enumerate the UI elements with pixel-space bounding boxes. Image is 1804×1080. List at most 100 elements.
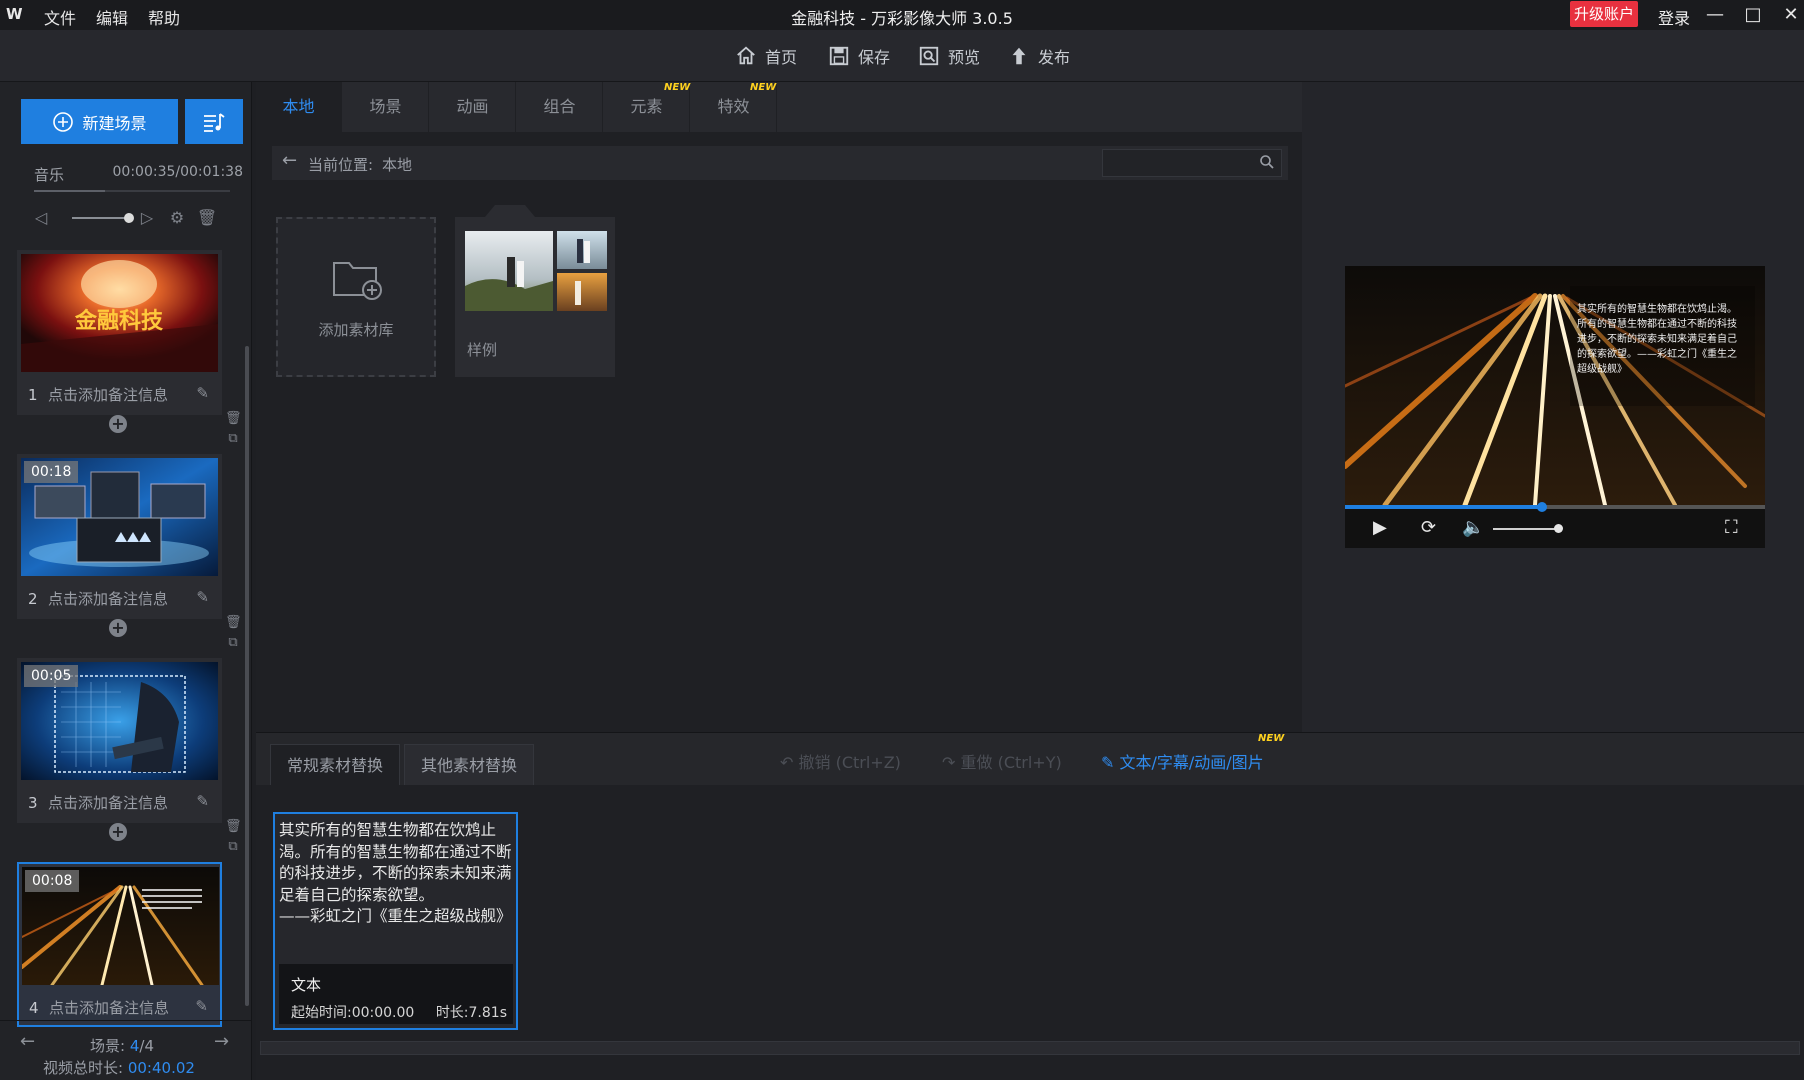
video-progress-bar[interactable] — [1345, 502, 1765, 512]
resource-search — [1102, 149, 1282, 177]
play-icon[interactable]: ▶ — [1373, 517, 1387, 538]
video-volume-knob[interactable] — [1554, 524, 1563, 533]
title-bar: W 文件 编辑 帮助 金融科技 - 万彩影像大师 3.0.5 升级账户 登录 —… — [0, 0, 1804, 30]
search-input[interactable] — [1103, 150, 1253, 176]
material-replace-panel: 常规素材替换 其他素材替换 ↶ 撤销 (Ctrl+Z) ↷ 重做 (Ctrl+Y… — [256, 732, 1804, 1080]
volume-icon[interactable]: 🔈 — [1462, 517, 1484, 538]
scene-card-active[interactable]: 00:08 4 点击添加备注信息 ✎ — [17, 862, 222, 1027]
video-volume-slider[interactable] — [1493, 524, 1563, 533]
copy-scene-icon[interactable]: ⧉ — [225, 839, 241, 855]
music-volume-slider[interactable] — [72, 213, 134, 223]
scene-card[interactable]: 00:05 3 点击添加备注信息 ✎ — [17, 658, 222, 823]
edit-note-icon[interactable]: ✎ — [196, 588, 209, 606]
music-volume-knob[interactable] — [124, 213, 134, 223]
scene-note[interactable]: 点击添加备注信息 — [48, 792, 168, 813]
login-button[interactable]: 登录 — [1658, 5, 1690, 29]
plus-circle-icon — [53, 111, 74, 132]
music-progress-fill — [34, 190, 105, 192]
add-scene-icon[interactable]: + — [109, 823, 127, 841]
scene-card[interactable]: 00:18 2 点击添加备注信息 ✎ — [17, 454, 222, 619]
scene-note[interactable]: 点击添加备注信息 — [49, 997, 169, 1018]
preview-icon — [919, 46, 939, 66]
preview-button[interactable]: 预览 — [918, 43, 980, 69]
save-button[interactable]: 保存 — [828, 43, 890, 69]
add-scene-icon[interactable]: + — [109, 619, 127, 637]
redo-button[interactable]: ↷ 重做 (Ctrl+Y) — [942, 749, 1062, 773]
home-button[interactable]: 首页 — [735, 43, 797, 69]
menu-file[interactable]: 文件 — [44, 5, 76, 29]
text-subtitle-edit-button[interactable]: ✎ 文本/字幕/动画/图片 — [1101, 749, 1264, 773]
tab-other-replace[interactable]: 其他素材替换 — [404, 744, 535, 785]
location-label: 当前位置: — [308, 156, 374, 174]
tab-local[interactable]: 本地 — [256, 82, 342, 132]
add-library-button[interactable]: 添加素材库 — [276, 217, 436, 377]
resource-tabs: 本地 场景 动画 组合 元素 特效 NEW NEW — [256, 82, 1302, 132]
home-icon — [737, 46, 755, 65]
save-icon — [829, 46, 849, 66]
scene-note[interactable]: 点击添加备注信息 — [48, 588, 168, 609]
tab-animation[interactable]: 动画 — [430, 82, 516, 132]
scene-card[interactable]: 金融科技 1 点击添加备注信息 ✎ — [17, 250, 222, 415]
main-toolbar: 首页 保存 预览 发布 — [0, 30, 1804, 82]
tab-regular-replace[interactable]: 常规素材替换 — [270, 744, 401, 785]
prev-scene-icon[interactable]: ← — [20, 1031, 35, 1052]
volume-up-icon[interactable]: ▷ — [135, 206, 159, 230]
next-scene-icon[interactable]: → — [214, 1031, 229, 1052]
publish-icon — [1012, 47, 1026, 65]
scene-counter-label: 场景: — [90, 1037, 126, 1055]
music-list-icon — [204, 112, 225, 132]
resource-panel: 本地 场景 动画 组合 元素 特效 NEW NEW ← 当前位置: 本地 添加素… — [256, 82, 1302, 732]
total-duration: 视频总时长: 00:40.02 — [43, 1057, 195, 1078]
tab-combination[interactable]: 组合 — [517, 82, 603, 132]
text-line: 足着自己的探索欲望。 — [279, 885, 435, 904]
undo-button[interactable]: ↶ 撤销 (Ctrl+Z) — [780, 749, 901, 773]
delete-scene-icon[interactable]: 🗑 — [225, 411, 242, 427]
search-icon[interactable] — [1259, 154, 1275, 170]
volume-down-icon[interactable]: ◁ — [29, 206, 53, 230]
window-title: 金融科技 - 万彩影像大师 3.0.5 — [791, 9, 1013, 28]
replay-icon[interactable]: ⟳ — [1421, 517, 1436, 538]
sample-folder-thumbnails — [465, 231, 607, 311]
copy-scene-icon[interactable]: ⧉ — [225, 635, 241, 651]
menu-edit[interactable]: 编辑 — [96, 5, 128, 29]
back-arrow-icon[interactable]: ← — [282, 150, 297, 171]
edit-note-icon[interactable]: ✎ — [196, 792, 209, 810]
gear-icon[interactable]: ⚙ — [165, 206, 189, 230]
delete-scene-icon[interactable]: 🗑 — [225, 819, 242, 835]
maximize-icon[interactable]: □ — [1740, 2, 1766, 28]
copy-scene-icon[interactable]: ⧉ — [225, 431, 241, 447]
delete-scene-icon[interactable]: 🗑 — [225, 615, 242, 631]
add-scene-icon[interactable]: + — [109, 415, 127, 433]
edit-note-icon[interactable]: ✎ — [196, 384, 209, 402]
minimize-icon[interactable]: — — [1702, 2, 1728, 28]
text-card-start-time: 起始时间:00:00.00 — [291, 1005, 415, 1021]
tab-scene[interactable]: 场景 — [343, 82, 429, 132]
sample-folder[interactable]: 样例 — [455, 205, 615, 377]
location-bar: ← 当前位置: 本地 — [272, 146, 1288, 180]
video-frame[interactable]: 其实所有的智慧生物都在饮鸩止渴。所有的智慧生物都在通过不断的科技进步，不断的探索… — [1345, 266, 1765, 505]
scene-counter-total: /4 — [139, 1037, 154, 1055]
music-time: 00:00:35/00:01:38 — [112, 164, 243, 180]
text-material-card[interactable]: 其实所有的智慧生物都在饮鸩止 渴。所有的智慧生物都在通过不断 的科技进步，不断的… — [273, 812, 518, 1030]
horizontal-scrollbar[interactable] — [260, 1041, 1800, 1055]
music-progress-bar[interactable] — [34, 190, 230, 192]
total-duration-label: 视频总时长: — [43, 1059, 124, 1077]
scene-list-button[interactable] — [185, 99, 243, 144]
text-edit-label: 文本/字幕/动画/图片 — [1119, 753, 1264, 772]
trash-icon[interactable]: 🗑 — [195, 206, 219, 230]
scene-note[interactable]: 点击添加备注信息 — [48, 384, 168, 405]
menu-help[interactable]: 帮助 — [148, 5, 180, 29]
new-scene-button[interactable]: 新建场景 — [21, 99, 178, 144]
scene-number: 1 — [28, 386, 38, 404]
fullscreen-icon[interactable]: ⛶ — [1725, 517, 1738, 538]
text-line: 渴。所有的智慧生物都在通过不断 — [279, 842, 512, 861]
scene-counter-current: 4 — [129, 1037, 140, 1055]
text-line: 其实所有的智慧生物都在饮鸩止 — [279, 821, 497, 839]
edit-note-icon[interactable]: ✎ — [195, 997, 208, 1015]
close-icon[interactable]: ✕ — [1778, 2, 1804, 28]
video-progress-knob[interactable] — [1537, 502, 1548, 512]
publish-button[interactable]: 发布 — [1008, 43, 1070, 69]
scene-list-scrollbar[interactable] — [245, 346, 249, 1006]
total-duration-value: 00:40.02 — [127, 1059, 195, 1077]
upgrade-account-button[interactable]: 升级账户 — [1570, 1, 1638, 27]
